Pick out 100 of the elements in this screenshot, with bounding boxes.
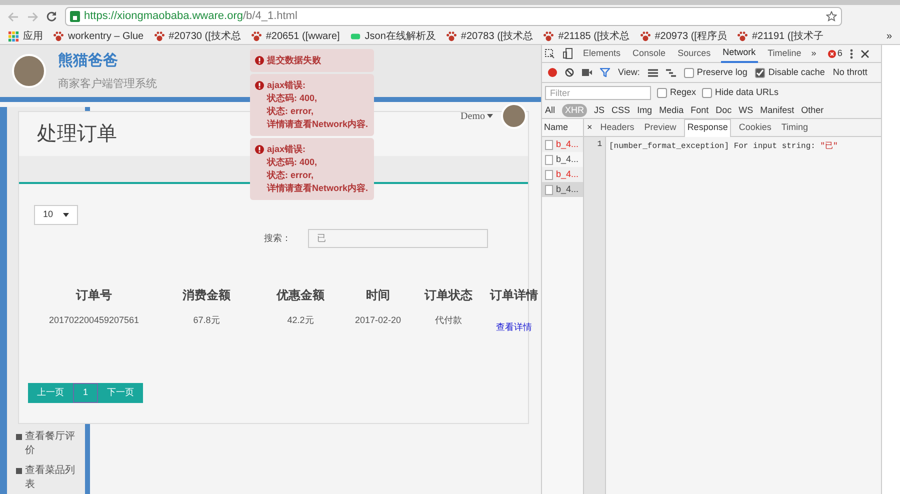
- devtools-tab[interactable]: Console: [630, 44, 668, 62]
- devtools-tab[interactable]: Sources: [676, 44, 713, 62]
- kebab-menu-icon[interactable]: [850, 48, 854, 58]
- column-header: 消费金额: [182, 287, 232, 304]
- bookmark[interactable]: #21185 ([技术总: [543, 28, 630, 44]
- column-header: 订单号: [74, 287, 113, 304]
- paw-icon: [640, 30, 651, 42]
- table-cell-text: 201702200459207561: [48, 314, 140, 327]
- bookmark[interactable]: #20730 ([技术总: [154, 28, 241, 44]
- list-view-icon[interactable]: [648, 68, 658, 76]
- star-icon[interactable]: [826, 11, 837, 22]
- column-header: 时间: [365, 287, 391, 304]
- paw-icon: [53, 30, 64, 42]
- sidebar-item[interactable]: 查看菜品列表: [25, 464, 81, 492]
- column-header: 优惠金额: [275, 287, 326, 304]
- error-icon: [255, 56, 264, 65]
- camera-icon[interactable]: [582, 69, 592, 76]
- type-filter[interactable]: Other: [801, 104, 824, 118]
- checkbox[interactable]: [702, 88, 712, 98]
- type-filter[interactable]: Manifest: [760, 104, 794, 118]
- toast-text: 状态码: 400,: [267, 92, 318, 105]
- detail-tab[interactable]: Preview: [642, 118, 678, 136]
- detail-link[interactable]: 查看详情: [496, 322, 532, 332]
- devtools-tab[interactable]: Elements: [581, 44, 623, 62]
- more-bookmarks[interactable]: »: [886, 28, 892, 44]
- request-row[interactable]: b_4...: [542, 167, 583, 182]
- type-filter[interactable]: Media: [659, 104, 684, 118]
- checkbox[interactable]: [755, 68, 766, 78]
- error-icon: [255, 145, 264, 154]
- close-icon[interactable]: [861, 50, 870, 58]
- table-cell-text: 代付款: [434, 314, 463, 327]
- type-filter[interactable]: JS: [594, 104, 605, 118]
- table-cell-text: 2017-02-20: [354, 314, 402, 327]
- record-icon[interactable]: [548, 68, 557, 77]
- toast-text: 状态: error,: [267, 105, 315, 118]
- bookmark[interactable]: #21191 ([技术子: [736, 28, 824, 44]
- checkbox[interactable]: [657, 88, 667, 98]
- bookmark[interactable]: #20651 ([wware]: [250, 28, 340, 44]
- devtools-tab[interactable]: Timeline: [766, 44, 804, 62]
- caret-icon: [487, 114, 493, 118]
- toast-text: 提交数据失败: [267, 54, 321, 67]
- toast-text: ajax错误:: [267, 143, 307, 156]
- toast-text: 详情请查看Network内容.: [267, 182, 368, 195]
- type-filter[interactable]: Font: [690, 104, 709, 118]
- more-tabs[interactable]: »: [811, 46, 816, 60]
- paw-icon: [250, 30, 262, 42]
- page-size-select[interactable]: 10: [34, 205, 78, 225]
- waterfall-icon[interactable]: [666, 68, 676, 76]
- inspect-icon[interactable]: [545, 48, 555, 58]
- device-icon[interactable]: [563, 48, 573, 59]
- table-cell-text: 42.2元: [286, 314, 315, 327]
- close-icon[interactable]: ×: [587, 120, 592, 134]
- detail-tab[interactable]: Cookies: [736, 118, 774, 136]
- error-count[interactable]: 6: [828, 46, 842, 60]
- request-row[interactable]: b_4...: [542, 182, 583, 197]
- devtools-tab[interactable]: Network: [720, 44, 758, 62]
- option-label: Hide data URLs: [715, 86, 779, 100]
- type-filter[interactable]: CSS: [612, 104, 630, 118]
- detail-tab[interactable]: Headers: [598, 118, 636, 136]
- bookmark[interactable]: #20973 ([程序员: [640, 28, 727, 44]
- apps-grid-icon: [8, 30, 19, 42]
- dropdown-caret-icon: [63, 213, 69, 217]
- table-cell-text: 67.8元: [192, 314, 221, 327]
- checkbox[interactable]: [684, 68, 694, 78]
- page-title: 处理订单: [37, 122, 117, 147]
- option-label: Disable cache: [768, 66, 825, 79]
- toast-text: 详情请查看Network内容.: [267, 118, 368, 131]
- paw-icon: [154, 30, 165, 42]
- column-header: 订单详情: [488, 287, 539, 304]
- paw-icon: [736, 30, 748, 42]
- column-header: 订单状态: [423, 287, 474, 304]
- search-label: 搜索：: [264, 232, 291, 245]
- lock-icon: [70, 11, 80, 22]
- type-filter[interactable]: Doc: [716, 104, 732, 118]
- detail-tab[interactable]: Response: [684, 118, 731, 136]
- toast-text: ajax错误:: [267, 79, 307, 92]
- option-label: Preserve log: [696, 66, 748, 79]
- filter-icon[interactable]: [600, 68, 610, 77]
- toast-text: 状态码: 400,: [267, 156, 318, 169]
- request-name: b_4...: [556, 152, 579, 166]
- paw-icon: [543, 30, 554, 42]
- bookmark[interactable]: workentry – Glue: [53, 28, 144, 44]
- bookmark[interactable]: 应用: [8, 28, 43, 44]
- bullet-icon: [16, 468, 22, 474]
- site-subtitle: 商家客户端管理系统: [58, 76, 157, 92]
- type-filter[interactable]: All: [545, 104, 556, 118]
- detail-tab[interactable]: Timing: [779, 118, 810, 136]
- sidebar-item[interactable]: 查看餐厅评价: [25, 430, 81, 458]
- response-text: [number_format_exception] For input string: "已": [609, 142, 838, 151]
- reload-icon[interactable]: [46, 11, 57, 22]
- throttle-select[interactable]: No thrott: [832, 66, 868, 80]
- bookmark[interactable]: #20783 ([技术总: [446, 28, 534, 44]
- type-filter[interactable]: WS: [738, 104, 754, 118]
- bookmark[interactable]: Json在线解析及: [350, 28, 436, 44]
- type-filter[interactable]: Img: [637, 104, 652, 118]
- request-row[interactable]: b_4...: [542, 137, 583, 152]
- address-bar[interactable]: https://xiongmaobaba.wware.org/b/4_1.html: [65, 7, 842, 26]
- filter-field[interactable]: Filter: [545, 86, 651, 100]
- clear-icon[interactable]: [565, 68, 574, 77]
- request-name: b_4...: [556, 168, 579, 181]
